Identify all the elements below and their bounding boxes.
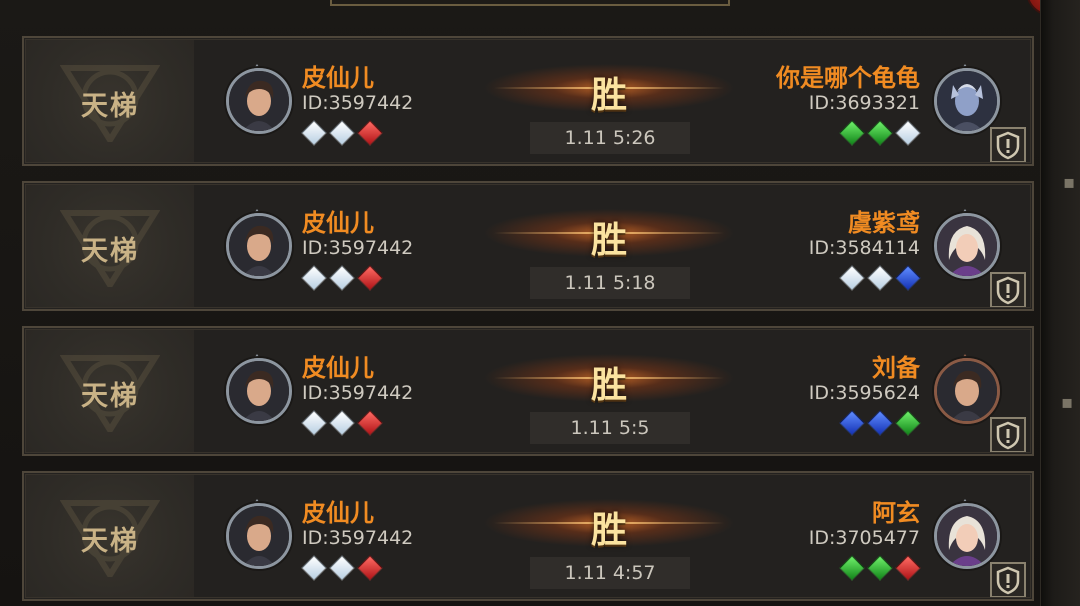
player-name-right: 你是哪个龟龟	[776, 64, 920, 92]
player-name-right: 刘备	[872, 354, 920, 382]
avatar-right[interactable]	[934, 213, 1000, 279]
match-row[interactable]: 天梯 皮仙儿 ID:3597442 胜 1.11 5:26 你是哪个龟龟 ID:…	[22, 36, 1034, 166]
avatar-left[interactable]	[226, 358, 292, 424]
side-glyph-icon: ▪	[1061, 392, 1074, 413]
player-name-left: 皮仙儿	[302, 209, 374, 237]
gem-white-icon	[301, 410, 327, 436]
gem-white-icon	[839, 265, 865, 291]
player-name-right: 阿玄	[872, 499, 920, 527]
gems-right	[839, 120, 921, 146]
player-name-left: 皮仙儿	[302, 354, 374, 382]
gem-white-icon	[329, 555, 355, 581]
player-id-right: ID:3595624	[808, 382, 920, 404]
report-icon	[996, 566, 1020, 595]
result-label: 胜	[590, 364, 627, 406]
male-hero-avatar-icon	[229, 361, 289, 421]
report-icon	[996, 131, 1020, 160]
match-row[interactable]: 天梯 皮仙儿 ID:3597442 胜 1.11 4:57 阿玄 ID:3705…	[22, 471, 1034, 601]
gem-red-icon	[357, 265, 383, 291]
side-glyph-icon: ▪	[1063, 172, 1076, 193]
gem-red-icon	[357, 555, 383, 581]
report-button[interactable]	[990, 272, 1026, 308]
match-row[interactable]: 天梯 皮仙儿 ID:3597442 胜 1.11 5:18 虞紫鸢 ID:358…	[22, 181, 1034, 311]
gems-left	[301, 555, 383, 581]
female-hero-avatar-icon	[937, 506, 997, 566]
gems-left	[301, 120, 383, 146]
gem-green-icon	[867, 120, 893, 146]
male-hero-avatar-icon	[937, 361, 997, 421]
player-id-left: ID:3597442	[302, 92, 414, 114]
report-icon	[996, 276, 1020, 305]
gems-left	[301, 265, 383, 291]
mode-label: 天梯	[81, 236, 139, 267]
gem-red-icon	[357, 120, 383, 146]
avatar-left[interactable]	[226, 68, 292, 134]
male-hero-avatar-icon	[229, 506, 289, 566]
report-button[interactable]	[990, 562, 1026, 598]
mode-panel: 天梯	[26, 475, 194, 597]
gem-blue-icon	[895, 265, 921, 291]
male-hero-avatar-icon	[229, 216, 289, 276]
match-time: 1.11 5:26	[530, 122, 690, 154]
avatar-right[interactable]	[934, 68, 1000, 134]
gem-blue-icon	[839, 410, 865, 436]
result-label: 胜	[590, 509, 627, 551]
gem-blue-icon	[867, 410, 893, 436]
gem-white-icon	[329, 410, 355, 436]
avatar-right[interactable]	[934, 358, 1000, 424]
gem-green-icon	[895, 410, 921, 436]
gems-right	[839, 555, 921, 581]
side-panel: ▪ ▪	[1040, 0, 1080, 606]
match-time: 1.11 5:5	[530, 412, 690, 444]
mode-panel: 天梯	[26, 40, 194, 162]
report-button[interactable]	[990, 417, 1026, 453]
player-id-right: ID:3584114	[808, 237, 920, 259]
avatar-right[interactable]	[934, 503, 1000, 569]
player-name-right: 虞紫鸢	[848, 209, 920, 237]
player-id-left: ID:3597442	[302, 527, 414, 549]
report-icon	[996, 421, 1020, 450]
gem-white-icon	[301, 555, 327, 581]
match-row[interactable]: 天梯 皮仙儿 ID:3597442 胜 1.11 5:5 刘备 ID:35956…	[22, 326, 1034, 456]
gem-white-icon	[895, 120, 921, 146]
match-history-page: ▪ ▪ 天梯 皮仙儿 ID:3597442 胜 1.11 5:26 你是哪个龟龟…	[0, 0, 1080, 606]
result-label: 胜	[590, 219, 627, 261]
gems-right	[839, 410, 921, 436]
player-name-left: 皮仙儿	[302, 499, 374, 527]
gem-green-icon	[839, 120, 865, 146]
match-list: 天梯 皮仙儿 ID:3597442 胜 1.11 5:26 你是哪个龟龟 ID:…	[22, 36, 1034, 606]
male-hero-avatar-icon	[229, 71, 289, 131]
gem-white-icon	[301, 265, 327, 291]
female-hero-avatar-icon	[937, 216, 997, 276]
mode-label: 天梯	[81, 381, 139, 412]
gem-white-icon	[329, 265, 355, 291]
mode-label: 天梯	[81, 91, 139, 122]
player-name-left: 皮仙儿	[302, 64, 374, 92]
gem-white-icon	[329, 120, 355, 146]
report-button[interactable]	[990, 127, 1026, 163]
mode-panel: 天梯	[26, 330, 194, 452]
gem-green-icon	[839, 555, 865, 581]
gem-green-icon	[867, 555, 893, 581]
result-label: 胜	[590, 74, 627, 116]
gem-white-icon	[867, 265, 893, 291]
player-id-right: ID:3693321	[808, 92, 920, 114]
player-id-left: ID:3597442	[302, 237, 414, 259]
player-id-left: ID:3597442	[302, 382, 414, 404]
gems-left	[301, 410, 383, 436]
gem-red-icon	[357, 410, 383, 436]
avatar-left[interactable]	[226, 503, 292, 569]
gem-red-icon	[895, 555, 921, 581]
top-tab-frame	[330, 0, 730, 6]
match-time: 1.11 5:18	[530, 267, 690, 299]
avatar-left[interactable]	[226, 213, 292, 279]
mode-panel: 天梯	[26, 185, 194, 307]
gems-right	[839, 265, 921, 291]
gem-white-icon	[301, 120, 327, 146]
undead-hero-avatar-icon	[937, 71, 997, 131]
player-id-right: ID:3705477	[808, 527, 920, 549]
match-time: 1.11 4:57	[530, 557, 690, 589]
mode-label: 天梯	[81, 526, 139, 557]
